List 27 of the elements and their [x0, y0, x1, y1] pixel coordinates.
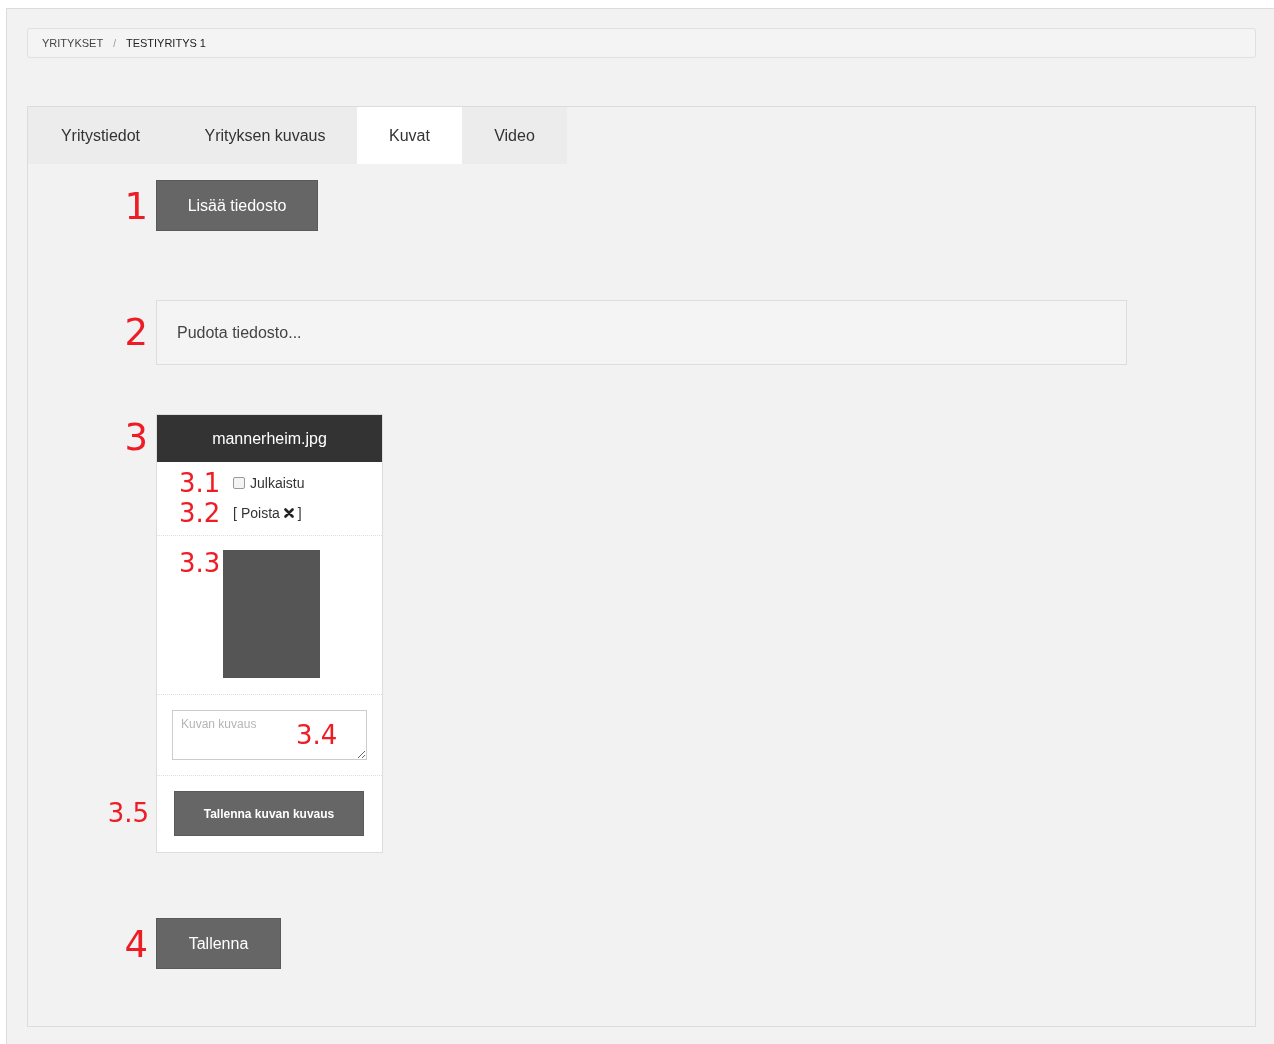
add-file-button[interactable]: Lisää tiedosto: [156, 180, 318, 231]
annotation-number: 4: [123, 926, 148, 963]
published-checkbox[interactable]: [233, 477, 245, 489]
bracket-text: [: [233, 505, 237, 521]
annotation-number: 2: [123, 314, 148, 351]
annotation-number: 3: [123, 419, 148, 456]
annotation-number: 3.4: [296, 722, 338, 748]
image-card-title: mannerheim.jpg: [157, 415, 382, 462]
breadcrumb-link[interactable]: YRITYKSET: [42, 37, 104, 49]
tab[interactable]: Yrityksen kuvaus: [173, 107, 357, 164]
save-description-button[interactable]: Tallenna kuvan kuvaus: [174, 791, 364, 836]
tab[interactable]: Kuvat: [357, 107, 462, 164]
delete-link[interactable]: Poista: [240, 505, 280, 521]
save-button[interactable]: Tallenna: [156, 918, 281, 969]
annotation-number: 3.3: [179, 550, 221, 576]
breadcrumb-link[interactable]: TESTIYRITYS 1: [125, 37, 206, 49]
bracket-text: ]: [297, 505, 302, 521]
tab[interactable]: Yritystiedot: [28, 107, 173, 164]
breadcrumb-separator: /: [113, 37, 116, 49]
annotation-number: 1: [123, 188, 148, 225]
annotation-number: 3.1: [179, 470, 219, 496]
annotation-number: 3.5: [107, 800, 149, 826]
tab[interactable]: Video: [462, 107, 567, 164]
checkbox-label: Julkaistu: [250, 475, 305, 491]
drop-zone[interactable]: Pudota tiedosto...: [156, 300, 1127, 365]
annotation-number: 3.2: [179, 500, 219, 526]
close-icon[interactable]: [283, 508, 294, 518]
